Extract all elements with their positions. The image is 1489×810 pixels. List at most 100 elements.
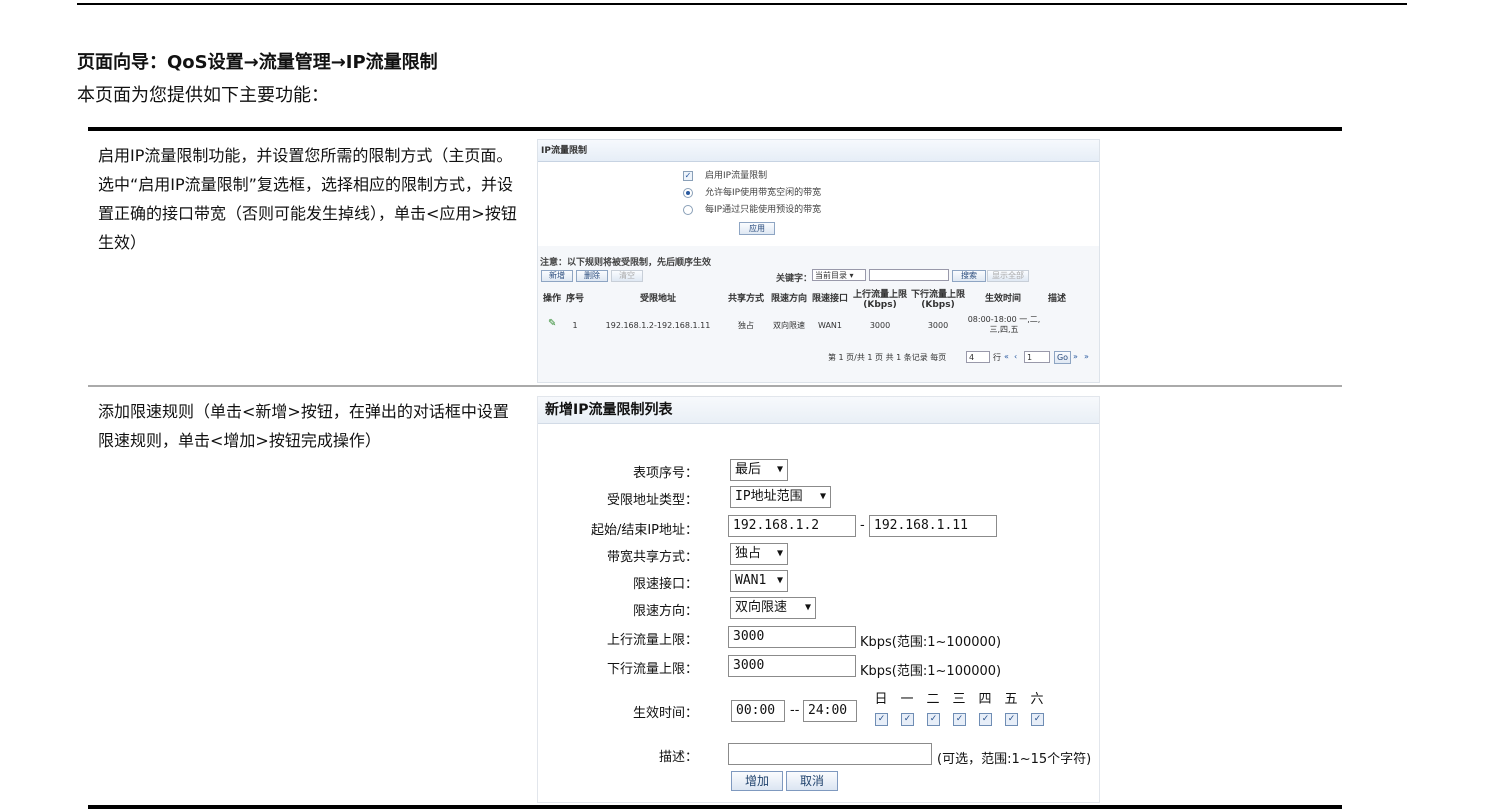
ip-range-label: 起始/结束IP地址： — [590, 523, 698, 538]
page-guide-title: 页面向导：QoS设置→流量管理→IP流量限制 — [77, 52, 438, 73]
next-page-icon[interactable]: » — [1073, 352, 1078, 362]
share-select[interactable]: 独占 ▼ — [730, 543, 788, 565]
day-checkbox-fri[interactable]: ✓ — [1005, 713, 1018, 726]
time-label: 生效时间： — [632, 706, 698, 721]
chevron-down-icon: ▼ — [776, 575, 783, 586]
down-limit-input[interactable]: 3000 — [728, 655, 856, 677]
clear-button[interactable]: 清空 — [611, 270, 643, 282]
row-divider — [88, 385, 1342, 387]
keyword-select[interactable]: 当前目录 ▾ — [812, 269, 866, 281]
iface-label: 限速接口： — [632, 577, 698, 592]
addr-type-select[interactable]: IP地址范围 ▼ — [730, 486, 831, 508]
day-label-mon: 一 — [900, 692, 914, 707]
row-direction: 双向限速 — [773, 321, 805, 330]
add-ip-limit-dialog-screenshot: 新增IP流量限制列表 表项序号： 最后 ▼ 受限地址类型： IP地址范围 ▼ 起始/… — [537, 396, 1100, 803]
start-ip-input[interactable]: 192.168.1.2 — [728, 515, 856, 537]
ip-limit-main-screenshot: IP流量限制 ✓ 启用IP流量限制 允许每IP使用带宽空闲的带宽 每IP通过只能使… — [537, 139, 1100, 383]
day-checkbox-sun[interactable]: ✓ — [875, 713, 888, 726]
rows-label: 行 — [993, 353, 1001, 362]
col-up: 上行流量上限(Kbps) — [852, 290, 907, 310]
page-input[interactable]: 1 — [1024, 351, 1050, 363]
note-text: 注意：以下规则将被受限制，先后顺序生效 — [540, 258, 712, 268]
first-page-icon[interactable]: « — [1004, 352, 1009, 362]
checkbox-icon[interactable]: ✓ — [683, 170, 693, 181]
day-label-sat: 六 — [1030, 692, 1044, 707]
desc-label: 描述： — [658, 750, 698, 765]
up-limit-label: 上行流量上限： — [606, 633, 698, 648]
day-label-tue: 二 — [926, 692, 940, 707]
day-label-sun: 日 — [874, 692, 888, 707]
row-address: 192.168.1.2-192.168.1.11 — [605, 321, 711, 330]
ip-range-separator: - — [860, 518, 865, 533]
intro-text: 本页面为您提供如下主要功能： — [77, 85, 329, 106]
edit-icon[interactable]: ✎ — [548, 319, 556, 329]
up-limit-hint: Kbps(范围:1~100000) — [860, 635, 1002, 650]
col-desc: 描述 — [1047, 294, 1066, 304]
show-all-button[interactable]: 显示全部 — [987, 270, 1029, 282]
radio-icon[interactable] — [683, 204, 693, 215]
down-limit-label: 下行流量上限： — [606, 662, 698, 677]
row-iface: WAN1 — [817, 321, 843, 330]
entry-no-label: 表项序号： — [632, 466, 698, 481]
day-label-thu: 四 — [978, 692, 992, 707]
chevron-down-icon: ▼ — [776, 548, 783, 559]
day-checkbox-mon[interactable]: ✓ — [901, 713, 914, 726]
dialog-title: 新增IP流量限制列表 — [538, 397, 1099, 424]
col-address: 受限地址 — [639, 294, 676, 304]
row1-description: 启用IP流量限制功能，并设置您所需的限制方式（主页面。选中“启用IP流量限制”复… — [98, 146, 517, 252]
cancel-button[interactable]: 取消 — [786, 771, 838, 791]
top-rule — [77, 3, 1407, 5]
desc-input[interactable] — [728, 743, 932, 765]
panel-header: IP流量限制 — [538, 140, 1099, 162]
share-label: 带宽共享方式： — [606, 550, 698, 565]
entry-no-select[interactable]: 最后 ▼ — [730, 459, 788, 481]
keyword-input[interactable] — [869, 269, 949, 281]
iface-select[interactable]: WAN1 ▼ — [730, 570, 788, 592]
end-ip-input[interactable]: 192.168.1.11 — [869, 515, 997, 537]
col-time: 生效时间 — [984, 294, 1021, 304]
col-action: 操作 — [542, 294, 561, 304]
row-share: 独占 — [738, 321, 754, 330]
row-index: 1 — [572, 321, 578, 330]
day-checkbox-tue[interactable]: ✓ — [927, 713, 940, 726]
down-limit-hint: Kbps(范围:1~100000) — [860, 664, 1002, 679]
row2-description: 添加限速规则（单击<新增>按钮，在弹出的对话框中设置限速规则，单击<增加>按钮完… — [98, 402, 509, 450]
add-button[interactable]: 增加 — [731, 771, 783, 791]
time-start-input[interactable]: 00:00 — [731, 700, 785, 722]
search-button[interactable]: 搜索 — [952, 270, 986, 282]
radio-icon[interactable] — [683, 187, 693, 198]
last-page-icon[interactable]: » — [1084, 352, 1089, 362]
col-direction: 限速方向 — [770, 294, 807, 304]
day-label-wed: 三 — [952, 692, 966, 707]
mode1-option[interactable]: 允许每IP使用带宽空闲的带宽 — [683, 185, 821, 198]
up-limit-input[interactable]: 3000 — [728, 626, 856, 648]
col-index: 序号 — [565, 294, 584, 304]
addr-type-label: 受限地址类型： — [606, 493, 698, 508]
day-checkbox-sat[interactable]: ✓ — [1031, 713, 1044, 726]
pager-text: 第 1 页/共 1 页 共 1 条记录 每页 — [828, 353, 947, 362]
row-time: 08:00-18:00 一,二,三,四,五 — [967, 315, 1041, 334]
direction-label: 限速方向： — [632, 604, 698, 619]
delete-button[interactable]: 删除 — [576, 270, 608, 282]
table-bottom-rule — [88, 805, 1342, 809]
enable-option[interactable]: ✓ 启用IP流量限制 — [683, 168, 767, 181]
day-checkbox-thu[interactable]: ✓ — [979, 713, 992, 726]
settings-panel: ✓ 启用IP流量限制 允许每IP使用带宽空闲的带宽 每IP通过只能使用预设的带宽 … — [538, 162, 1099, 246]
direction-select[interactable]: 双向限速 ▼ — [730, 597, 816, 619]
prev-page-icon[interactable]: ‹ — [1014, 352, 1017, 362]
per-page-input[interactable]: 4 — [966, 351, 990, 363]
time-end-input[interactable]: 24:00 — [803, 700, 857, 722]
chevron-down-icon: ▼ — [776, 464, 783, 475]
day-label-fri: 五 — [1004, 692, 1018, 707]
go-button[interactable]: Go — [1054, 351, 1071, 364]
chevron-down-icon: ▼ — [819, 491, 826, 502]
chevron-down-icon: ▼ — [804, 602, 811, 613]
apply-button[interactable]: 应用 — [739, 222, 775, 235]
col-down: 下行流量上限(Kbps) — [910, 290, 965, 310]
row-down: 3000 — [927, 321, 949, 330]
keyword-label: 关键字： — [776, 274, 813, 284]
col-share: 共享方式 — [727, 294, 764, 304]
add-button[interactable]: 新增 — [541, 270, 573, 282]
mode2-option[interactable]: 每IP通过只能使用预设的带宽 — [683, 202, 821, 215]
day-checkbox-wed[interactable]: ✓ — [953, 713, 966, 726]
